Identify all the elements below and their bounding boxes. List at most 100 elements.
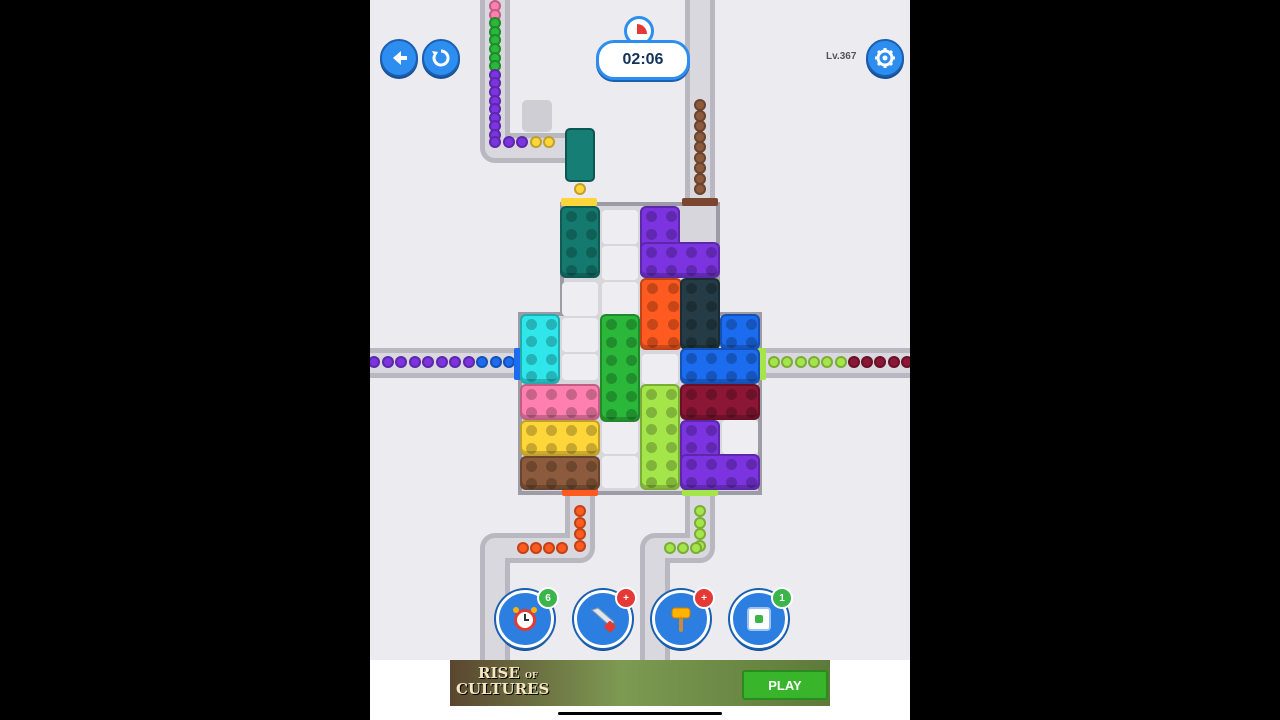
block-stud <box>526 353 537 365</box>
block-yellow[interactable] <box>520 420 600 456</box>
block-pink[interactable] <box>520 384 600 420</box>
block-stud <box>706 442 717 454</box>
block-stud <box>586 477 597 489</box>
block-stud <box>666 441 677 453</box>
gate-brown <box>682 198 718 206</box>
block-stud <box>706 337 717 348</box>
conveyor-dot <box>408 356 421 368</box>
block-maroon[interactable] <box>680 384 760 420</box>
booster-badge: + <box>693 587 715 609</box>
block-stud <box>666 229 677 240</box>
booster-badge: 6 <box>537 587 559 609</box>
block-stud <box>686 353 697 364</box>
game-screen: 02:06 Lv.367 6 + + 1 RISE OF CULTURES PL… <box>370 0 910 720</box>
block-green[interactable] <box>600 314 640 422</box>
block-stud <box>586 229 597 240</box>
block-stud <box>706 407 717 418</box>
block-stud <box>566 389 577 400</box>
block-stud <box>526 460 537 472</box>
conveyor-dot <box>502 136 515 148</box>
block-stud <box>566 211 577 222</box>
block-stud <box>626 373 637 384</box>
alarm-clock-icon <box>513 607 537 631</box>
block-stud <box>546 460 557 472</box>
block-stud <box>686 477 697 488</box>
block-stud <box>706 389 717 400</box>
conveyor-dot <box>834 356 847 368</box>
block-stud <box>667 337 679 348</box>
block-stud <box>666 459 677 471</box>
block-stud <box>666 424 677 436</box>
back-button[interactable] <box>380 39 418 77</box>
block-cyan[interactable] <box>520 314 560 384</box>
booster-shrink[interactable]: 1 <box>730 587 793 648</box>
block-teal[interactable] <box>560 206 600 278</box>
block-stud <box>526 389 537 400</box>
conveyor-dot <box>690 542 702 554</box>
conveyor-dot <box>664 542 676 554</box>
block-stud <box>706 353 717 364</box>
booster-saw[interactable]: + <box>574 587 637 648</box>
block-stud <box>667 319 679 330</box>
gear-icon <box>875 48 895 68</box>
settings-button[interactable] <box>866 39 904 77</box>
block-stud <box>526 477 537 489</box>
block-stud <box>586 407 597 418</box>
teal-shooter <box>565 128 595 182</box>
block-stud <box>546 371 557 383</box>
block-purple-top-b[interactable] <box>640 242 720 278</box>
block-stud <box>706 265 717 276</box>
booster-hammer[interactable]: + <box>652 587 715 648</box>
conveyor-dot <box>435 356 448 368</box>
block-stud <box>706 424 717 436</box>
block-stud <box>626 337 637 348</box>
block-stud <box>746 389 757 400</box>
block-purple-bottom-b[interactable] <box>680 454 760 490</box>
block-stud <box>706 477 717 488</box>
block-blue-b[interactable] <box>680 348 760 384</box>
conveyor-dot <box>381 356 394 368</box>
block-stud <box>646 247 657 258</box>
block-stud <box>686 424 697 436</box>
block-stud <box>546 425 557 436</box>
block-stud <box>626 409 637 420</box>
block-stud <box>667 283 679 294</box>
block-stud <box>726 477 737 488</box>
conveyor-dot <box>807 356 820 368</box>
block-stud <box>726 353 737 364</box>
block-stud <box>646 388 657 400</box>
conveyor-dot <box>543 542 555 554</box>
block-stud <box>646 441 657 453</box>
saw-icon <box>591 607 616 633</box>
block-stud <box>566 229 577 240</box>
block-stud <box>746 477 757 488</box>
conveyor-dot <box>768 356 780 368</box>
block-blue[interactable] <box>720 314 760 350</box>
block-brown[interactable] <box>520 456 600 490</box>
block-stud <box>526 407 537 418</box>
block-stud <box>726 337 737 348</box>
booster-time-freeze[interactable]: 6 <box>496 587 559 648</box>
block-stud <box>686 265 697 276</box>
conveyor-dot <box>422 356 434 368</box>
conveyor-dot <box>574 183 586 195</box>
block-stud <box>666 265 677 276</box>
block-stud <box>646 211 657 222</box>
block-stud <box>726 459 737 470</box>
booster-badge: 1 <box>771 587 793 609</box>
block-stud <box>686 371 697 382</box>
block-stud <box>726 407 737 418</box>
restart-button[interactable] <box>422 39 460 77</box>
block-orange[interactable] <box>640 278 682 350</box>
block-dark[interactable] <box>680 278 720 350</box>
gate-yellow <box>561 198 597 206</box>
conveyor-dot <box>694 528 706 540</box>
booster-badge: + <box>615 587 637 609</box>
block-stud <box>706 283 717 294</box>
ad-banner[interactable]: RISE OF CULTURES PLAY <box>450 660 830 706</box>
ad-play-button[interactable]: PLAY <box>742 670 828 700</box>
block-stud <box>646 424 657 436</box>
block-lime[interactable] <box>640 384 680 490</box>
block-stud <box>706 247 717 258</box>
block-stud <box>706 301 717 312</box>
